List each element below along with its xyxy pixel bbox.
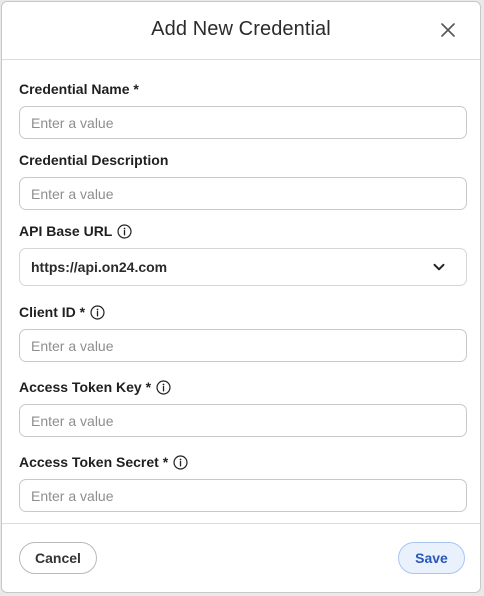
api-base-url-select[interactable]: https://api.on24.com <box>19 248 467 286</box>
access-token-key-label: Access Token Key * <box>19 379 152 395</box>
credential-description-label: Credential Description <box>19 152 169 168</box>
info-icon[interactable] <box>90 304 105 320</box>
access-token-key-label-row: Access Token Key * <box>19 378 467 396</box>
save-button[interactable]: Save <box>398 542 465 574</box>
client-id-label: Client ID * <box>19 304 86 320</box>
cancel-button[interactable]: Cancel <box>19 542 97 574</box>
chevron-down-icon <box>433 263 445 271</box>
client-id-input[interactable] <box>19 329 467 362</box>
api-base-url-value: https://api.on24.com <box>31 259 168 275</box>
credential-description-group: Credential Description <box>19 151 467 210</box>
credential-name-group: Credential Name * <box>19 80 467 139</box>
access-token-secret-label: Access Token Secret * <box>19 454 169 470</box>
add-credential-dialog: Add New Credential Credential Name * Cre… <box>1 1 481 593</box>
client-id-label-row: Client ID * <box>19 303 467 321</box>
info-icon[interactable] <box>156 379 171 395</box>
api-base-url-group: API Base URL https://api.on24.com <box>19 222 467 286</box>
client-id-group: Client ID * <box>19 303 467 362</box>
dialog-header: Add New Credential <box>2 2 480 60</box>
credential-name-label: Credential Name * <box>19 81 139 97</box>
access-token-key-input[interactable] <box>19 404 467 437</box>
info-icon[interactable] <box>117 223 132 239</box>
info-icon[interactable] <box>173 454 188 470</box>
api-base-url-label: API Base URL <box>19 223 113 239</box>
dialog-footer: Cancel Save <box>2 523 480 592</box>
access-token-secret-label-row: Access Token Secret * <box>19 453 467 471</box>
credential-name-input[interactable] <box>19 106 467 139</box>
api-base-url-label-row: API Base URL <box>19 222 467 240</box>
access-token-key-group: Access Token Key * <box>19 378 467 437</box>
dialog-title: Add New Credential <box>151 18 331 40</box>
access-token-secret-group: Access Token Secret * <box>19 453 467 512</box>
credential-description-input[interactable] <box>19 177 467 210</box>
access-token-secret-input[interactable] <box>19 479 467 512</box>
close-icon[interactable] <box>440 22 456 38</box>
